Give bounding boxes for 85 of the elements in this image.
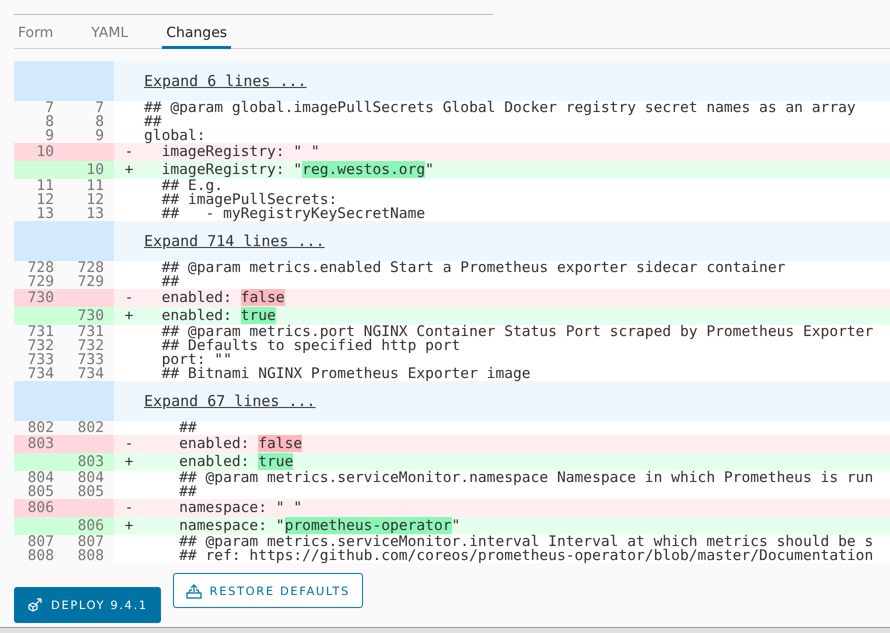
code-line: global: — [144, 129, 206, 143]
line-number: 9 — [94, 129, 105, 143]
expand-link[interactable]: Expand 6 lines ... — [144, 72, 307, 90]
code-line: ## @param metrics.port NGINX Container Status Port scraped by Prometheus Exporter — [160, 325, 874, 339]
diff-marker: + — [124, 453, 134, 471]
line-number: 732 — [76, 339, 105, 353]
cube-arrow-icon — [27, 597, 43, 613]
line-number: 734 — [76, 367, 105, 381]
line-number: 808 — [26, 549, 55, 563]
code-line: ## imagePullSecrets: — [160, 193, 338, 207]
line-number: 807 — [26, 535, 55, 549]
line-number: 802 — [26, 421, 55, 435]
line-number: 11 — [35, 179, 55, 193]
code-line: imageRegistry: "reg.westos.org" — [160, 161, 434, 179]
line-number: 7 — [44, 101, 55, 115]
line-number: 730 — [26, 289, 55, 307]
line-number: 13 — [85, 207, 105, 221]
line-number: 729 — [26, 275, 55, 289]
line-number: 731 — [76, 325, 105, 339]
code-line: namespace: " " — [178, 499, 302, 517]
code-line: ## - myRegistryKeySecretName — [160, 207, 426, 221]
line-number: 733 — [26, 353, 55, 367]
code-line: ## Bitnami NGINX Prometheus Exporter image — [160, 367, 531, 381]
diff-marker: + — [124, 517, 134, 535]
line-number: 805 — [76, 485, 105, 499]
line-number: 12 — [85, 193, 105, 207]
code-line: namespace: "prometheus-operator" — [178, 517, 460, 534]
code-line: ## E.g. — [160, 179, 224, 193]
line-number: 729 — [76, 275, 105, 289]
code-line: ## — [160, 275, 180, 289]
code-line: ## @param global.imagePullSecrets Global Docker registry secret names as an array — [144, 101, 856, 115]
code-line: enabled: true — [178, 453, 294, 470]
code-line: ## — [178, 485, 197, 499]
code-line: ## — [144, 115, 162, 129]
line-number: 11 — [85, 179, 105, 193]
upload-tray-icon — [186, 582, 202, 598]
tab[interactable]: YAML — [87, 25, 132, 49]
code-line: enabled: true — [160, 307, 276, 324]
expand-link[interactable]: Expand 714 lines ... — [144, 232, 325, 250]
code-line: ## @param metrics.serviceMonitor.interval Interval at which metrics should be s — [178, 535, 874, 549]
code-line: ## @param metrics.serviceMonitor.namespace Namespace in which Prometheus is run — [178, 471, 874, 485]
line-number: 13 — [35, 207, 55, 221]
code-line: port: "" — [160, 353, 232, 367]
line-number: 731 — [26, 325, 55, 339]
line-number: 805 — [26, 485, 55, 499]
line-number: 806 — [26, 499, 55, 517]
code-line: ## — [178, 421, 197, 435]
line-number: 802 — [76, 421, 105, 435]
line-number: 804 — [26, 471, 55, 485]
line-number: 808 — [76, 549, 105, 563]
line-number: 806 — [76, 517, 105, 535]
code-line: enabled: false — [178, 435, 302, 453]
line-number: 8 — [94, 115, 105, 129]
code-line: ## ref: https://github.com/coreos/prometheus-operator/blob/master/Documentation — [178, 549, 874, 563]
diff-marker: + — [124, 161, 134, 179]
diff-marker: - — [124, 143, 134, 161]
line-number: 734 — [26, 367, 55, 381]
line-number: 804 — [76, 471, 105, 485]
line-number: 728 — [76, 261, 105, 275]
line-number: 728 — [26, 261, 55, 275]
line-number: 9 — [44, 129, 55, 143]
tab[interactable]: Form — [14, 25, 58, 49]
line-number: 807 — [76, 535, 105, 549]
code-line: ## @param metrics.enabled Start a Prometheus exporter sidecar container — [160, 261, 786, 275]
expand-link[interactable]: Expand 67 lines ... — [144, 392, 316, 410]
diff-marker: + — [124, 307, 134, 325]
line-number: 12 — [35, 193, 55, 207]
diff-marker: - — [124, 289, 134, 307]
code-line: enabled: false — [160, 289, 285, 307]
diff-marker: - — [124, 435, 134, 453]
line-number: 10 — [35, 143, 55, 161]
line-number: 7 — [94, 101, 105, 115]
line-number: 8 — [44, 115, 55, 129]
line-number: 733 — [76, 353, 105, 367]
diff-marker: - — [124, 499, 134, 517]
restore-defaults-button[interactable]: RESTORE DEFAULTS — [172, 573, 363, 608]
line-number: 10 — [85, 161, 105, 179]
deploy-button[interactable]: DEPLOY 9.4.1 — [14, 587, 161, 623]
code-line: imageRegistry: " " — [162, 143, 320, 161]
line-number: 730 — [76, 307, 105, 325]
line-number: 803 — [26, 435, 55, 453]
line-number: 803 — [76, 453, 105, 471]
line-number: 732 — [26, 339, 55, 353]
code-line: ## Defaults to specified http port — [160, 339, 460, 353]
tab[interactable]: Changes — [162, 25, 232, 49]
